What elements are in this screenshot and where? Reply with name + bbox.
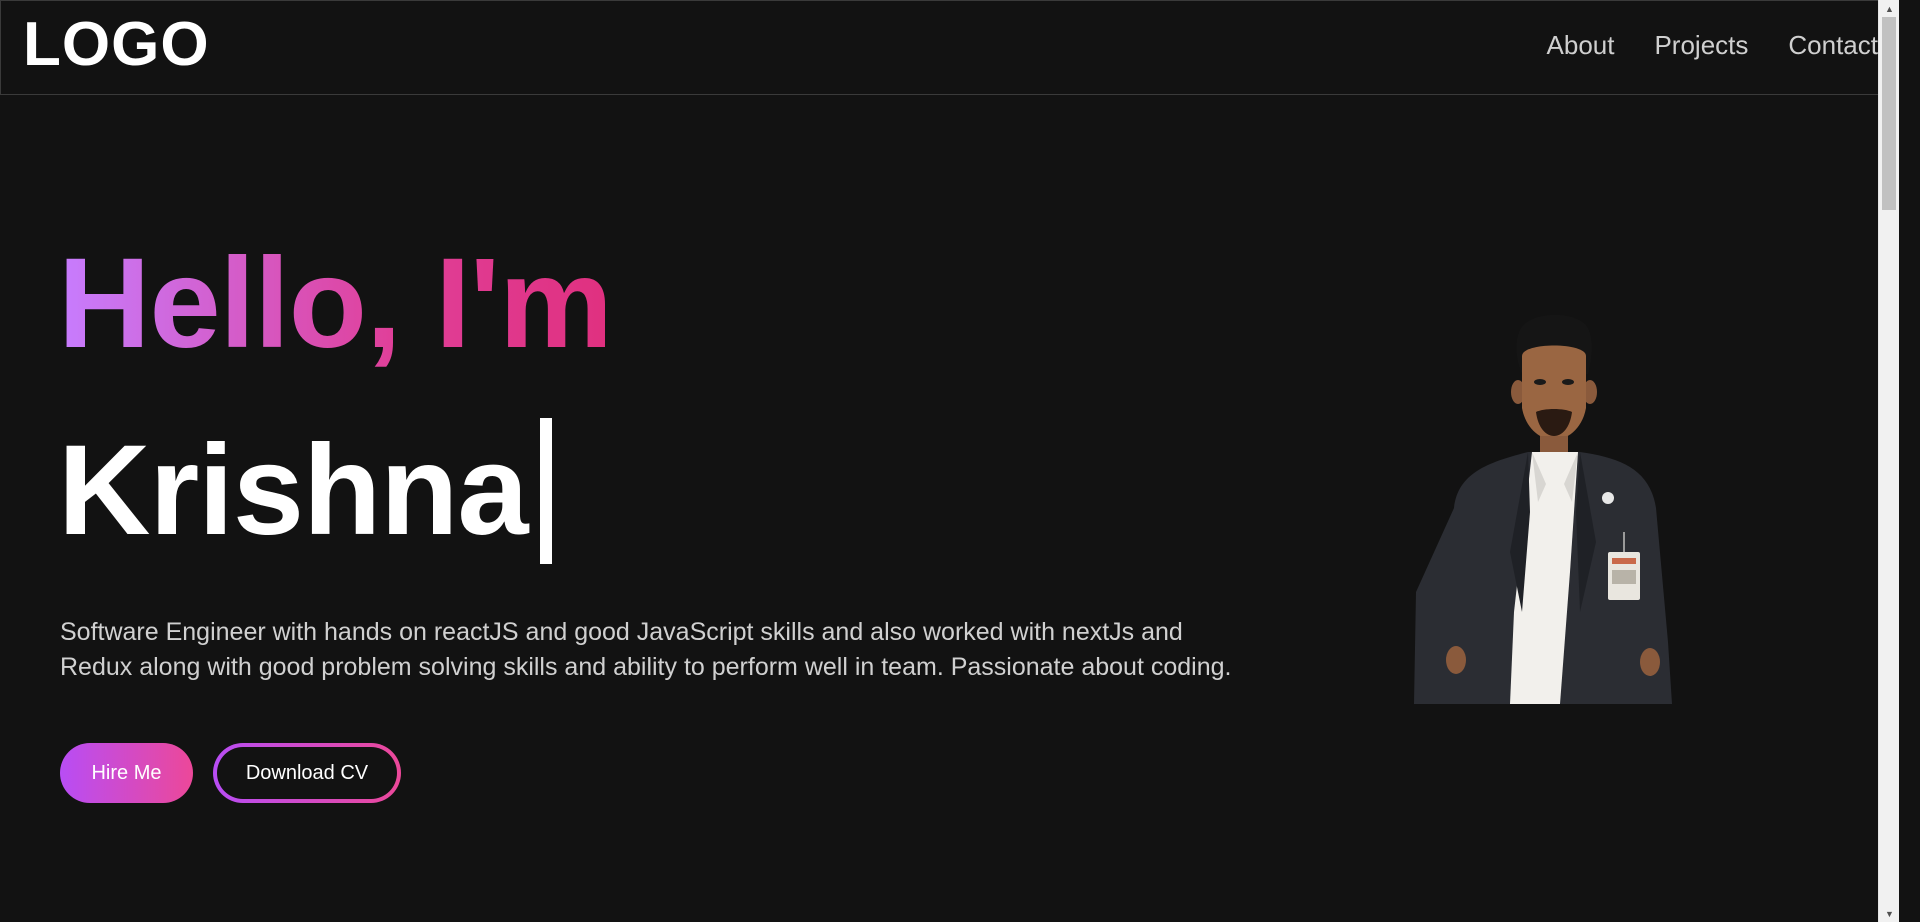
scroll-up-arrow-icon[interactable]: ▲	[1879, 0, 1900, 17]
scroll-thumb[interactable]	[1882, 17, 1896, 210]
hire-me-button[interactable]: Hire Me	[60, 743, 193, 803]
hero-section: Hello, I'm Krishna Software Engineer wit…	[0, 96, 1899, 922]
nav-link-projects[interactable]: Projects	[1654, 27, 1748, 63]
nav-link-contact[interactable]: Contact	[1788, 27, 1878, 63]
vertical-scrollbar[interactable]: ▲ ▼	[1878, 0, 1899, 922]
scroll-down-arrow-icon[interactable]: ▼	[1879, 905, 1900, 922]
hero-name-line: Krishna	[58, 416, 552, 566]
logo[interactable]: LOGO	[23, 9, 210, 81]
nav-link-about[interactable]: About	[1547, 27, 1615, 63]
nav-links: About Projects Contact	[1547, 27, 1878, 63]
hero-greeting: Hello, I'm	[58, 232, 613, 375]
profile-photo	[1414, 314, 1672, 704]
download-cv-button-border: Download CV	[213, 743, 401, 803]
typing-cursor-icon	[539, 418, 552, 564]
hero-bio: Software Engineer with hands on reactJS …	[60, 618, 1232, 681]
page: LOGO About Projects Contact Hello, I'm K…	[0, 0, 1899, 922]
download-cv-button[interactable]: Download CV	[217, 747, 397, 799]
navbar: LOGO About Projects Contact	[0, 0, 1899, 95]
hero-buttons: Hire Me Download CV	[60, 743, 401, 803]
hero-name: Krishna	[58, 419, 529, 562]
